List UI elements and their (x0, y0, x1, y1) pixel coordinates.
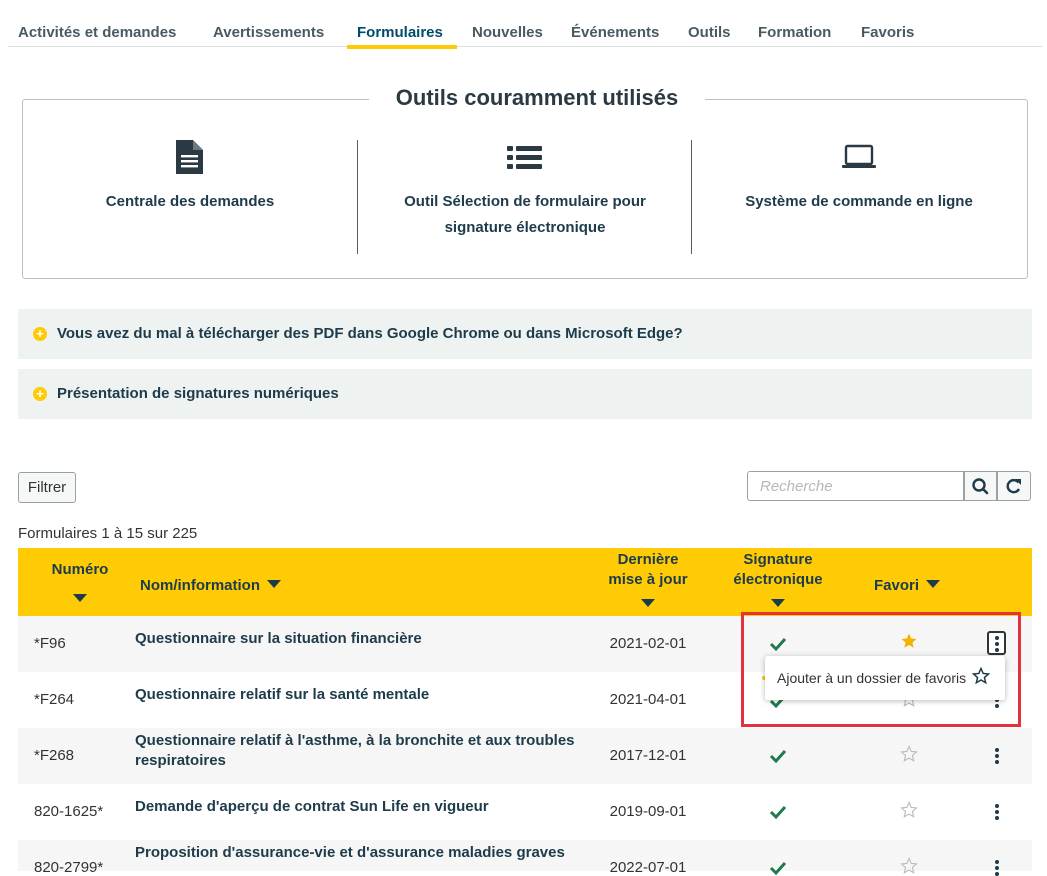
column-esign-label: Signature (743, 551, 813, 568)
tab-outils[interactable]: Outils (688, 24, 731, 41)
form-number: *F268 (34, 747, 75, 764)
tab-formation[interactable]: Formation (758, 24, 831, 41)
check-icon (769, 749, 787, 764)
tab-avertissements[interactable]: Avertissements (213, 24, 324, 41)
table-header: Numéro Nom/information Dernière mise à j… (18, 548, 1032, 616)
table-row: *F268 Questionnaire relatif à l'asthme, … (18, 728, 1032, 785)
form-name-link[interactable]: Questionnaire relatif sur la santé menta… (135, 685, 575, 705)
accordion-label: Vous avez du mal à télécharger des PDF d… (57, 325, 683, 342)
check-icon (769, 861, 787, 876)
form-date: 2021-02-01 (609, 635, 687, 652)
filter-button[interactable]: Filtrer (18, 472, 76, 503)
highlight-box (741, 612, 1021, 727)
form-number: *F264 (34, 691, 75, 708)
column-favorite-label: Favori (874, 577, 920, 594)
column-date[interactable]: Dernière mise à jour (598, 550, 698, 613)
form-number: *F96 (34, 635, 66, 652)
column-date-label: mise à jour (608, 571, 688, 588)
refresh-icon (1006, 478, 1021, 494)
accordion-label: Présentation de signatures numériques (57, 385, 339, 402)
table-row: 820-2799* Proposition d'assurance-vie et… (18, 840, 1032, 876)
tools-panel: Outils couramment utilisés Centrale des … (22, 85, 1028, 279)
search-icon (972, 478, 989, 495)
plus-circle-icon: + (33, 327, 47, 341)
column-name-label: Nom/information (140, 577, 260, 594)
sort-caret-icon (267, 580, 282, 588)
form-date: 2021-04-01 (609, 691, 687, 708)
tool-centrale-demandes[interactable]: Centrale des demandes (23, 140, 357, 254)
tab-formulaires[interactable]: Formulaires (347, 24, 457, 49)
document-icon (176, 140, 203, 174)
search-button[interactable] (964, 471, 997, 501)
form-date: 2019-09-01 (609, 803, 687, 820)
column-esign-label: électronique (733, 571, 823, 588)
sort-caret-icon (73, 594, 87, 602)
form-name-link[interactable]: Demande d'aperçu de contrat Sun Life en … (135, 797, 575, 817)
form-date: 2022-07-01 (609, 859, 687, 876)
tab-nouvelles[interactable]: Nouvelles (472, 24, 543, 41)
tab-activites[interactable]: Activités et demandes (18, 24, 176, 41)
results-count: Formulaires 1 à 15 sur 225 (18, 525, 198, 542)
tool-selection-formulaire[interactable]: Outil Sélection de formulaire pour signa… (358, 140, 692, 254)
accordion-pdf-chrome-edge[interactable]: + Vous avez du mal à télécharger des PDF… (18, 309, 1032, 359)
column-esign[interactable]: Signature électronique (723, 550, 833, 613)
star-outline-icon[interactable] (900, 857, 918, 875)
tools-title: Outils couramment utilisés (369, 85, 705, 111)
plus-circle-icon: + (33, 387, 47, 401)
table-row: 820-1625* Demande d'aperçu de contrat Su… (18, 784, 1032, 841)
accordion-signatures-numeriques[interactable]: + Présentation de signatures numériques (18, 369, 1032, 419)
main-tabs: Activités et demandes Avertissements For… (8, 14, 1042, 49)
tool-label: Outil Sélection de formulaire pour signa… (404, 193, 646, 236)
sort-caret-icon (771, 599, 785, 607)
list-icon (507, 146, 542, 169)
star-outline-icon[interactable] (900, 745, 918, 763)
form-name-link[interactable]: Proposition d'assurance-vie et d'assuran… (135, 843, 575, 863)
tool-label: Système de commande en ligne (745, 193, 973, 210)
column-name[interactable]: Nom/information (140, 576, 282, 596)
form-date: 2017-12-01 (609, 747, 687, 764)
reset-button[interactable] (997, 471, 1031, 501)
column-number-label: Numéro (51, 561, 109, 578)
column-date-label: Dernière (617, 551, 679, 568)
tool-label: Centrale des demandes (105, 193, 275, 210)
form-name-link[interactable]: Questionnaire relatif à l'asthme, à la b… (135, 731, 575, 771)
star-outline-icon[interactable] (900, 801, 918, 819)
row-menu-icon[interactable] (994, 860, 1000, 876)
laptop-icon (842, 144, 876, 168)
column-favorite[interactable]: Favori (874, 576, 941, 596)
search-input[interactable] (747, 471, 964, 501)
form-name-link[interactable]: Questionnaire sur la situation financièr… (135, 629, 575, 649)
sort-caret-icon (926, 580, 941, 588)
tab-evenements[interactable]: Événements (571, 24, 659, 41)
tool-commande-en-ligne[interactable]: Système de commande en ligne (692, 140, 1026, 254)
row-menu-icon[interactable] (994, 748, 1000, 764)
row-menu-icon[interactable] (994, 804, 1000, 820)
form-number: 820-2799* (34, 859, 104, 876)
sort-caret-icon (641, 599, 655, 607)
check-icon (769, 805, 787, 820)
tab-favoris[interactable]: Favoris (861, 24, 914, 41)
column-number[interactable]: Numéro (48, 560, 112, 608)
form-number: 820-1625* (34, 803, 104, 820)
